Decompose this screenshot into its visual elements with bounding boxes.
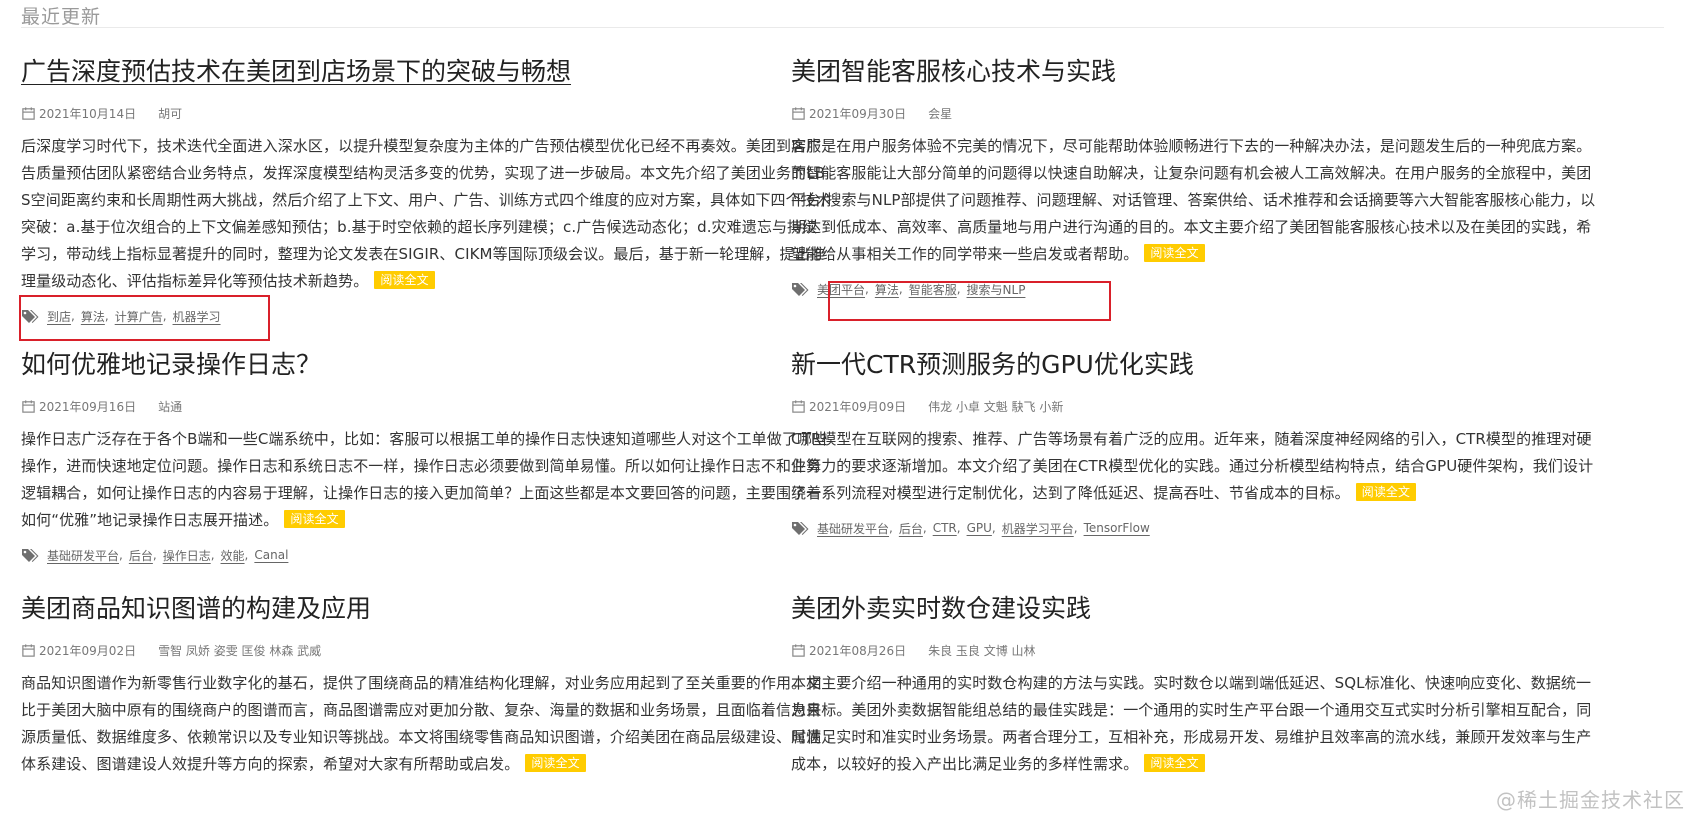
tag-link[interactable]: 搜索与NLP bbox=[967, 281, 1026, 298]
post-title-link[interactable]: 如何优雅地记录操作日志？ bbox=[21, 348, 831, 382]
post-grid: 广告深度预估技术在美团到店场景下的突破与畅想 2021年10月14日 胡可 后深… bbox=[21, 30, 1664, 823]
post-author: 站通 bbox=[158, 399, 183, 414]
tag-link[interactable]: 美团平台 bbox=[817, 281, 865, 298]
tags-icon bbox=[22, 549, 39, 562]
post-meta: 2021年09月09日 伟龙 小卓 文魁 駃飞 小新 bbox=[791, 396, 1601, 416]
post-author: 朱良 玉良 文博 山林 bbox=[928, 643, 1036, 658]
post-title-link[interactable]: 广告深度预估技术在美团到店场景下的突破与畅想 bbox=[21, 55, 831, 89]
post-author: 会星 bbox=[928, 106, 953, 121]
post-date: 2021年09月09日 bbox=[809, 399, 907, 414]
post-date: 2021年09月30日 bbox=[809, 106, 907, 121]
post-author: 胡可 bbox=[158, 106, 183, 121]
post-title-link[interactable]: 美团智能客服核心技术与实践 bbox=[791, 55, 1601, 89]
post-card: 美团智能客服核心技术与实践 2021年09月30日 会星 客服是在用户服务体验不… bbox=[791, 55, 1601, 300]
tag-link[interactable]: 后台 bbox=[129, 547, 153, 564]
post-date: 2021年08月26日 bbox=[809, 643, 907, 658]
tags-icon bbox=[792, 522, 809, 535]
read-more-button[interactable]: 阅读全文 bbox=[284, 509, 345, 528]
tags-icon bbox=[792, 283, 809, 296]
tag-link[interactable]: 算法 bbox=[875, 281, 899, 298]
post-meta: 2021年09月30日 会星 bbox=[791, 103, 1601, 123]
section-title: 最近更新 bbox=[21, 6, 102, 28]
post-excerpt: 本文主要介绍一种通用的实时数仓构建的方法与实践。实时数仓以端到端低延迟、SQL标… bbox=[791, 670, 1601, 778]
post-author: 伟龙 小卓 文魁 駃飞 小新 bbox=[928, 399, 1064, 414]
post-excerpt: 后深度学习时代下，技术迭代全面进入深水区，以提升模型复杂度为主体的广告预估模型优… bbox=[21, 133, 831, 295]
calendar-icon bbox=[22, 106, 35, 120]
post-meta: 2021年08月26日 朱良 玉良 文博 山林 bbox=[791, 640, 1601, 660]
post-date: 2021年10月14日 bbox=[39, 106, 137, 121]
post-card: 美团外卖实时数仓建设实践 2021年08月26日 朱良 玉良 文博 山林 本文主… bbox=[791, 592, 1601, 778]
excerpt-text: 操作日志广泛存在于各个B端和一些C端系统中，比如：客服可以根据工单的操作日志快速… bbox=[21, 430, 828, 529]
post-excerpt: 商品知识图谱作为新零售行业数字化的基石，提供了围绕商品的精准结构化理解，对业务应… bbox=[21, 670, 831, 778]
read-more-button[interactable]: 阅读全文 bbox=[1144, 753, 1205, 772]
post-card: 广告深度预估技术在美团到店场景下的突破与畅想 2021年10月14日 胡可 后深… bbox=[21, 55, 831, 327]
tag-link[interactable]: 计算广告 bbox=[115, 308, 163, 325]
post-title-link[interactable]: 新一代CTR预测服务的GPU优化实践 bbox=[791, 348, 1601, 382]
post-excerpt: 客服是在用户服务体验不完美的情况下，尽可能帮助体验顺畅进行下去的一种解决办法，是… bbox=[791, 133, 1601, 268]
post-date: 2021年09月02日 bbox=[39, 643, 137, 658]
excerpt-text: 后深度学习时代下，技术迭代全面进入深水区，以提升模型复杂度为主体的广告预估模型优… bbox=[21, 137, 831, 290]
tag-link[interactable]: GPU bbox=[967, 521, 992, 535]
excerpt-text: 商品知识图谱作为新零售行业数字化的基石，提供了围绕商品的精准结构化理解，对业务应… bbox=[21, 674, 822, 773]
tag-link[interactable]: 智能客服 bbox=[909, 281, 957, 298]
calendar-icon bbox=[22, 643, 35, 657]
post-title-link[interactable]: 美团商品知识图谱的构建及应用 bbox=[21, 592, 831, 626]
post-author: 雪智 凤娇 姿雯 匡俊 林森 武威 bbox=[158, 643, 322, 658]
tag-link[interactable]: 基础研发平台 bbox=[817, 520, 889, 537]
calendar-icon bbox=[792, 399, 805, 413]
post-excerpt: CTR模型在互联网的搜索、推荐、广告等场景有着广泛的应用。近年来，随着深度神经网… bbox=[791, 426, 1601, 507]
tag-list: 基础研发平台, 后台, 操作日志, 效能, Canal bbox=[21, 544, 831, 566]
tag-list: 到店, 算法, 计算广告, 机器学习 bbox=[21, 305, 831, 327]
tag-list: 基础研发平台, 后台, CTR, GPU, 机器学习平台, TensorFlow bbox=[791, 517, 1601, 539]
post-card: 新一代CTR预测服务的GPU优化实践 2021年09月09日 伟龙 小卓 文魁 … bbox=[791, 348, 1601, 539]
tag-link[interactable]: 到店 bbox=[47, 308, 71, 325]
tag-link[interactable]: 算法 bbox=[81, 308, 105, 325]
tag-link[interactable]: 机器学习 bbox=[173, 308, 221, 325]
post-meta: 2021年09月02日 雪智 凤娇 姿雯 匡俊 林森 武威 bbox=[21, 640, 831, 660]
read-more-button[interactable]: 阅读全文 bbox=[525, 753, 586, 772]
post-card: 如何优雅地记录操作日志？ 2021年09月16日 站通 操作日志广泛存在于各个B… bbox=[21, 348, 831, 566]
section-divider bbox=[21, 27, 1664, 28]
calendar-icon bbox=[792, 106, 805, 120]
tag-link[interactable]: 机器学习平台 bbox=[1002, 520, 1074, 537]
tag-link[interactable]: 后台 bbox=[899, 520, 923, 537]
post-date: 2021年09月16日 bbox=[39, 399, 137, 414]
watermark: @稀土掘金技术社区 bbox=[1496, 788, 1685, 812]
post-meta: 2021年10月14日 胡可 bbox=[21, 103, 831, 123]
read-more-button[interactable]: 阅读全文 bbox=[1144, 243, 1205, 262]
tags-icon bbox=[22, 310, 39, 323]
calendar-icon bbox=[22, 399, 35, 413]
tag-link[interactable]: TensorFlow bbox=[1084, 521, 1150, 535]
post-excerpt: 操作日志广泛存在于各个B端和一些C端系统中，比如：客服可以根据工单的操作日志快速… bbox=[21, 426, 831, 534]
tag-list: 美团平台, 算法, 智能客服, 搜索与NLP bbox=[791, 278, 1601, 300]
tag-link[interactable]: 操作日志 bbox=[163, 547, 211, 564]
excerpt-text: CTR模型在互联网的搜索、推荐、广告等场景有着广泛的应用。近年来，随着深度神经网… bbox=[791, 430, 1594, 502]
post-title-link[interactable]: 美团外卖实时数仓建设实践 bbox=[791, 592, 1601, 626]
tag-link[interactable]: 基础研发平台 bbox=[47, 547, 119, 564]
read-more-button[interactable]: 阅读全文 bbox=[374, 270, 435, 289]
read-more-button[interactable]: 阅读全文 bbox=[1355, 482, 1417, 501]
post-meta: 2021年09月16日 站通 bbox=[21, 396, 831, 416]
tag-link[interactable]: Canal bbox=[254, 548, 288, 562]
post-card: 美团商品知识图谱的构建及应用 2021年09月02日 雪智 凤娇 姿雯 匡俊 林… bbox=[21, 592, 831, 778]
tag-link[interactable]: 效能 bbox=[221, 547, 245, 564]
calendar-icon bbox=[792, 643, 805, 657]
tag-link[interactable]: CTR bbox=[933, 521, 957, 535]
